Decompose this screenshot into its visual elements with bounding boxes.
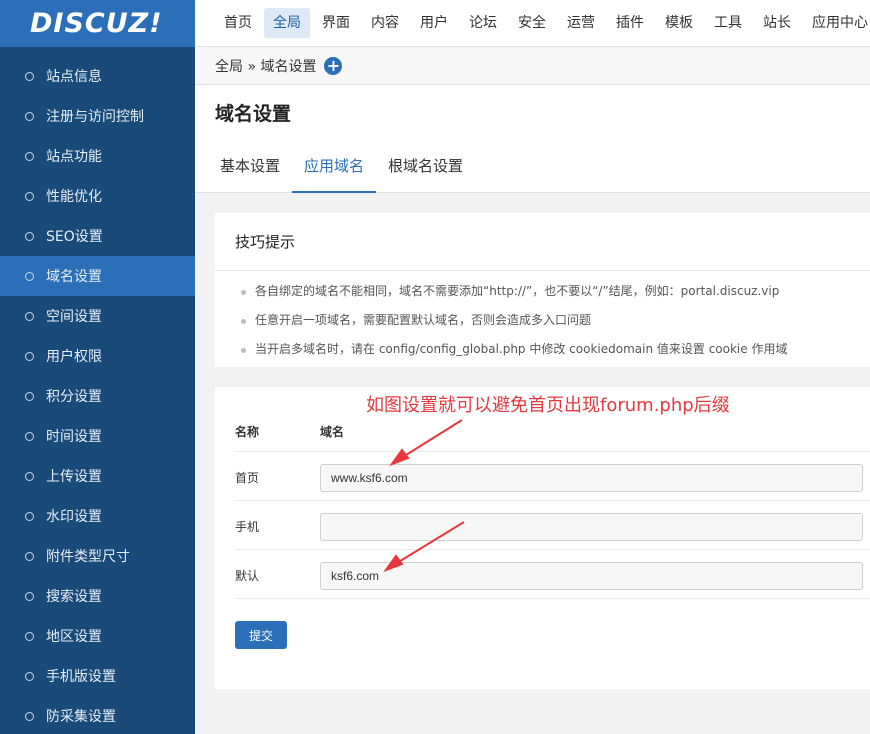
circle-icon [25,311,34,321]
circle-icon [25,111,34,121]
sidebar-item-label: 上传设置 [46,469,102,485]
form-row-default: 默认 [235,550,870,599]
logo-text: DISCUZ! [30,8,163,39]
nav-global[interactable]: 全局 [264,8,310,38]
sidebar-item-upload[interactable]: 上传设置 [0,456,195,496]
sidebar-item-seo[interactable]: SEO设置 [0,216,195,256]
sidebar-item-label: 站点功能 [46,149,102,165]
sidebar-item-label: 域名设置 [46,269,102,285]
nav-app-center[interactable]: 应用中心 [803,8,870,38]
mobile-domain-input[interactable] [320,513,863,541]
sidebar-item-search[interactable]: 搜索设置 [0,576,195,616]
sidebar-item-performance[interactable]: 性能优化 [0,176,195,216]
nav-plugins[interactable]: 插件 [607,8,653,38]
circle-icon [25,671,34,681]
circle-icon [25,151,34,161]
form-row-home: 首页 [235,452,870,501]
sidebar-item-credits[interactable]: 积分设置 [0,376,195,416]
sidebar-item-attachment-types[interactable]: 附件类型尺寸 [0,536,195,576]
nav-admin[interactable]: 站长 [754,8,800,38]
sidebar-menu: 站点信息 注册与访问控制 站点功能 性能优化 SEO设置 域名设置 空间设置 用… [0,47,195,734]
sidebar-item-label: 地区设置 [46,629,102,645]
sidebar-item-label: 防采集设置 [46,709,116,725]
tips-panel: 技巧提示 各自绑定的域名不能相同，域名不需要添加“http://”，也不要以“/… [215,213,870,367]
circle-icon [25,471,34,481]
form-row-mobile: 手机 [235,501,870,550]
sidebar-item-label: SEO设置 [46,229,103,245]
submit-button[interactable]: 提交 [235,621,287,649]
sidebar-item-label: 用户权限 [46,349,102,365]
sidebar-item-permissions[interactable]: 用户权限 [0,336,195,376]
top-nav: 首页 全局 界面 内容 用户 论坛 安全 运营 插件 模板 工具 站长 应用中心 [195,0,870,47]
page-header: 域名设置 基本设置 应用域名 根域名设置 [195,85,870,193]
default-domain-input[interactable] [320,562,863,590]
home-domain-input[interactable] [320,464,863,492]
tab-root-domain[interactable]: 根域名设置 [376,143,475,193]
nav-tools[interactable]: 工具 [705,8,751,38]
circle-icon [25,711,34,721]
tab-bar: 基本设置 应用域名 根域名设置 [208,143,475,193]
tips-title: 技巧提示 [215,213,870,271]
sidebar-item-label: 性能优化 [46,189,102,205]
nav-templates[interactable]: 模板 [656,8,702,38]
tips-list: 各自绑定的域名不能相同，域名不需要添加“http://”，也不要以“/”结尾，例… [215,271,870,364]
page-title: 域名设置 [215,103,292,125]
circle-icon [25,391,34,401]
sidebar-item-anti-scrape[interactable]: 防采集设置 [0,696,195,734]
circle-icon [25,231,34,241]
nav-forum[interactable]: 论坛 [460,8,506,38]
sidebar-item-label: 注册与访问控制 [46,109,144,125]
tip-item: 各自绑定的域名不能相同，域名不需要添加“http://”，也不要以“/”结尾，例… [215,277,870,306]
tab-app-domains[interactable]: 应用域名 [292,143,377,193]
mobile-label: 手机 [235,520,260,534]
sidebar-item-region[interactable]: 地区设置 [0,616,195,656]
sidebar-item-label: 搜索设置 [46,589,102,605]
domain-form: 名称 域名 首页 手机 默认 提交 [215,387,870,689]
circle-icon [25,351,34,361]
circle-icon [25,591,34,601]
default-label: 默认 [235,569,260,583]
sidebar: DISCUZ! 站点信息 注册与访问控制 站点功能 性能优化 SEO设置 域名设… [0,0,195,734]
sidebar-item-time[interactable]: 时间设置 [0,416,195,456]
sidebar-item-label: 手机版设置 [46,669,116,685]
sidebar-item-site-info[interactable]: 站点信息 [0,56,195,96]
breadcrumb-text: 全局 » 域名设置 [215,58,317,75]
sidebar-item-mobile[interactable]: 手机版设置 [0,656,195,696]
sidebar-item-label: 附件类型尺寸 [46,549,130,565]
nav-content[interactable]: 内容 [362,8,408,38]
tab-basic-settings[interactable]: 基本设置 [208,143,292,193]
sidebar-item-label: 空间设置 [46,309,102,325]
circle-icon [25,631,34,641]
circle-icon [25,551,34,561]
annotation-text: 如图设置就可以避免首页出现forum.php后缀 [366,395,730,416]
column-name-header: 名称 [235,425,260,439]
sidebar-item-domain[interactable]: 域名设置 [0,256,195,296]
circle-icon [25,71,34,81]
sidebar-item-label: 站点信息 [46,69,102,85]
circle-icon [25,191,34,201]
plus-icon[interactable]: + [324,56,343,75]
sidebar-item-register-access[interactable]: 注册与访问控制 [0,96,195,136]
nav-users[interactable]: 用户 [411,8,457,38]
sidebar-item-space[interactable]: 空间设置 [0,296,195,336]
tip-item: 当开启多域名时，请在 config/config_global.php 中修改 … [215,335,870,364]
nav-interface[interactable]: 界面 [313,8,359,38]
circle-icon [25,271,34,281]
home-label: 首页 [235,471,260,485]
logo[interactable]: DISCUZ! [0,0,195,47]
circle-icon [25,511,34,521]
sidebar-item-label: 积分设置 [46,389,102,405]
sidebar-item-label: 水印设置 [46,509,102,525]
sidebar-item-label: 时间设置 [46,429,102,445]
breadcrumb: 全局 » 域名设置 + [195,47,870,85]
sidebar-item-watermark[interactable]: 水印设置 [0,496,195,536]
nav-security[interactable]: 安全 [509,8,555,38]
nav-operations[interactable]: 运营 [558,8,604,38]
sidebar-item-site-features[interactable]: 站点功能 [0,136,195,176]
nav-home[interactable]: 首页 [215,8,261,38]
column-domain-header: 域名 [320,425,345,439]
circle-icon [25,431,34,441]
tip-item: 任意开启一项域名，需要配置默认域名，否则会造成多入口问题 [215,306,870,335]
